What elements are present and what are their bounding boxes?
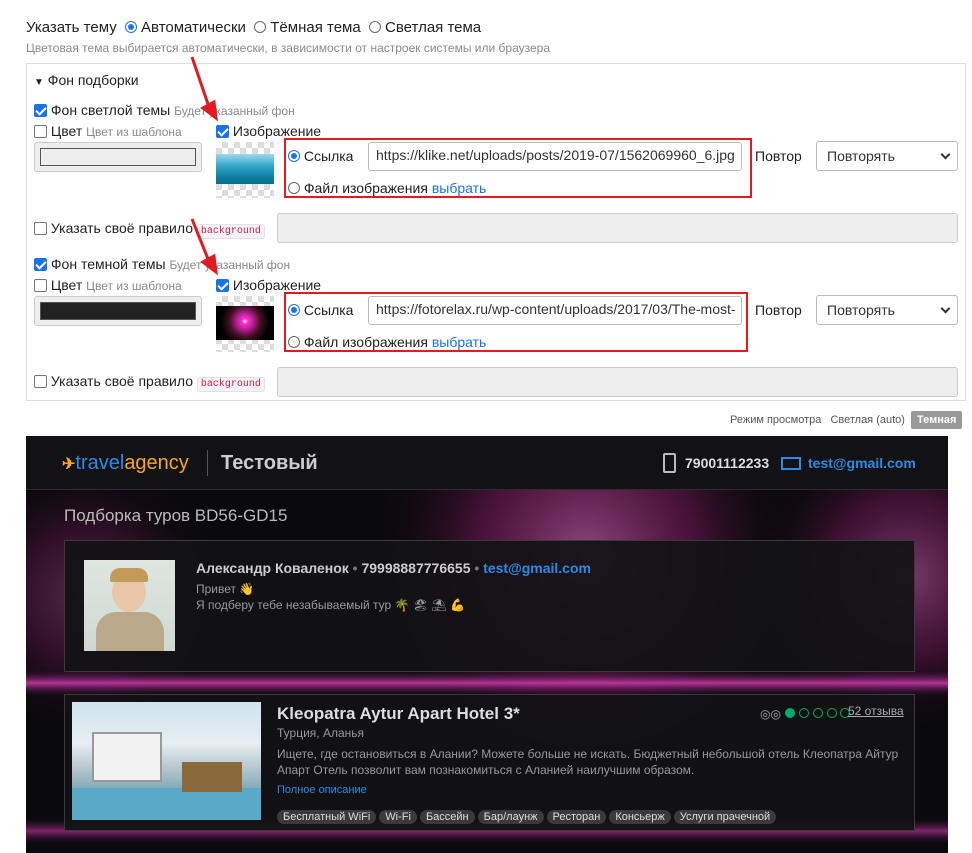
- agent-name: Александр Коваленок: [196, 560, 349, 576]
- rating-bubble-empty: [798, 708, 809, 718]
- logo-travel: travel: [75, 452, 125, 474]
- hotel-reviews-link[interactable]: 52 отзыва: [848, 704, 904, 718]
- agent-message: Я подберу тебе незабываемый тур 🌴 🏖 ⛱ 💪: [196, 598, 465, 612]
- hotel-location: Турция, Аланья: [277, 726, 364, 740]
- hotel-tag: Услуги прачечной: [673, 810, 777, 824]
- hotel-tag: Wi-Fi: [379, 810, 417, 824]
- hotel-tag: Консьерж: [609, 810, 671, 824]
- agent-avatar: [84, 560, 175, 651]
- owl-icon: ◎◎: [760, 707, 781, 721]
- hotel-tag: Ресторан: [546, 810, 607, 824]
- hotel-image[interactable]: [72, 702, 261, 820]
- rating-bubble-filled: [784, 708, 795, 718]
- agent-greeting: Привет 👋: [196, 582, 255, 596]
- agent-phone[interactable]: 79998887776655: [361, 560, 470, 576]
- logo-agency: agency: [124, 452, 189, 474]
- tripadvisor-rating[interactable]: ◎◎: [760, 705, 851, 721]
- hotel-tag: Бесплатный WiFi: [277, 810, 377, 824]
- header-divider: [207, 450, 208, 476]
- view-mode-light[interactable]: Светлая (auto): [830, 414, 905, 426]
- hotel-name[interactable]: Kleopatra Aytur Apart Hotel 3*: [277, 704, 520, 724]
- header-email[interactable]: test@gmail.com: [808, 455, 916, 471]
- agent-contact-line: Александр Коваленок • 79998887776655 • t…: [196, 560, 591, 576]
- hotel-more-link[interactable]: Полное описание: [277, 784, 367, 796]
- plane-icon: ✈: [62, 456, 76, 473]
- logo[interactable]: ✈travelagency: [62, 452, 189, 475]
- mail-icon: [781, 457, 801, 470]
- hotel-description: Ищете, где остановиться в Алании? Можете…: [277, 747, 899, 777]
- view-mode-bar: Режим просмотра Светлая (auto) Темная: [730, 411, 963, 429]
- phone-icon: [663, 453, 676, 473]
- selection-title: Подборка туров BD56-GD15: [64, 506, 288, 525]
- preview-area: ✈travelagency Тестовый 79001112233 test@…: [26, 436, 948, 853]
- hotel-tag: Бар/лаунж: [477, 810, 544, 824]
- hotel-tag: Бассейн: [419, 810, 475, 824]
- view-mode-dark[interactable]: Темная: [911, 411, 963, 429]
- rating-bubble-empty: [812, 708, 823, 718]
- header-phone[interactable]: 79001112233: [685, 455, 769, 471]
- view-mode-label: Режим просмотра: [730, 414, 822, 426]
- hotel-tags: Бесплатный WiFi Wi-Fi Бассейн Бар/лаунж Рест…: [277, 807, 779, 824]
- rating-bubble-empty: [826, 708, 837, 718]
- arrow-icon: [190, 56, 218, 276]
- brand-name: Тестовый: [221, 452, 318, 474]
- agent-email[interactable]: test@gmail.com: [483, 560, 591, 576]
